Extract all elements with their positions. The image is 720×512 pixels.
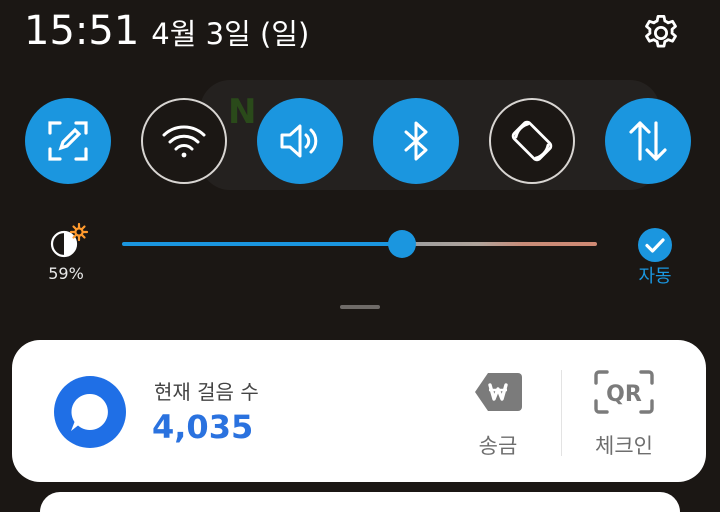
bluetooth-icon bbox=[404, 121, 428, 161]
brightness-percent: 59% bbox=[48, 264, 84, 283]
status-header: 15:51 4월 3일 (일) bbox=[24, 8, 309, 58]
brightness-track-fill bbox=[122, 242, 402, 246]
settings-gear-icon[interactable] bbox=[640, 12, 682, 54]
steps-value: 4,035 bbox=[152, 408, 254, 446]
brightness-thumb[interactable] bbox=[388, 230, 416, 258]
wifi-icon bbox=[162, 125, 206, 158]
date: 4월 3일 (일) bbox=[151, 17, 310, 51]
action-divider bbox=[561, 370, 562, 456]
won-tag-icon bbox=[475, 373, 522, 411]
qr-checkin-label: 체크인 bbox=[595, 434, 653, 458]
quick-tile-sound[interactable] bbox=[257, 98, 343, 184]
quick-tile-wifi[interactable] bbox=[141, 98, 227, 184]
quick-settings-row bbox=[0, 98, 720, 188]
auto-brightness-label: 자동 bbox=[638, 266, 672, 287]
qr-checkin-button[interactable]: QR 체크인 bbox=[574, 370, 674, 460]
brightness-track-rest bbox=[414, 242, 597, 246]
brightness-sun-icon bbox=[46, 222, 90, 262]
quick-tile-screen-capture[interactable] bbox=[25, 98, 111, 184]
check-icon bbox=[645, 238, 665, 253]
steps-label: 현재 걸음 수 bbox=[154, 380, 259, 404]
volume-icon bbox=[280, 124, 318, 158]
auto-brightness-toggle[interactable] bbox=[638, 228, 672, 262]
quick-tile-bluetooth[interactable] bbox=[373, 98, 459, 184]
quick-tile-auto-rotate[interactable] bbox=[489, 98, 575, 184]
brightness-slider[interactable] bbox=[122, 230, 597, 258]
send-money-button[interactable]: 송금 bbox=[448, 370, 548, 460]
step-counter-card[interactable]: 현재 걸음 수 4,035 송금 QR 체크인 bbox=[12, 340, 706, 482]
next-card-edge bbox=[40, 492, 680, 512]
rotate-icon bbox=[511, 120, 553, 162]
qr-scan-icon: QR bbox=[594, 370, 654, 414]
qr-icon-text: QR bbox=[606, 382, 642, 407]
clock: 15:51 bbox=[24, 8, 140, 54]
data-arrows-icon bbox=[629, 121, 667, 161]
quick-tile-mobile-data[interactable] bbox=[605, 98, 691, 184]
screen-capture-edit-icon bbox=[48, 121, 88, 161]
send-money-label: 송금 bbox=[478, 434, 518, 458]
app-logo-chat-bubble-icon bbox=[54, 376, 126, 448]
panel-drag-handle[interactable] bbox=[340, 305, 380, 309]
